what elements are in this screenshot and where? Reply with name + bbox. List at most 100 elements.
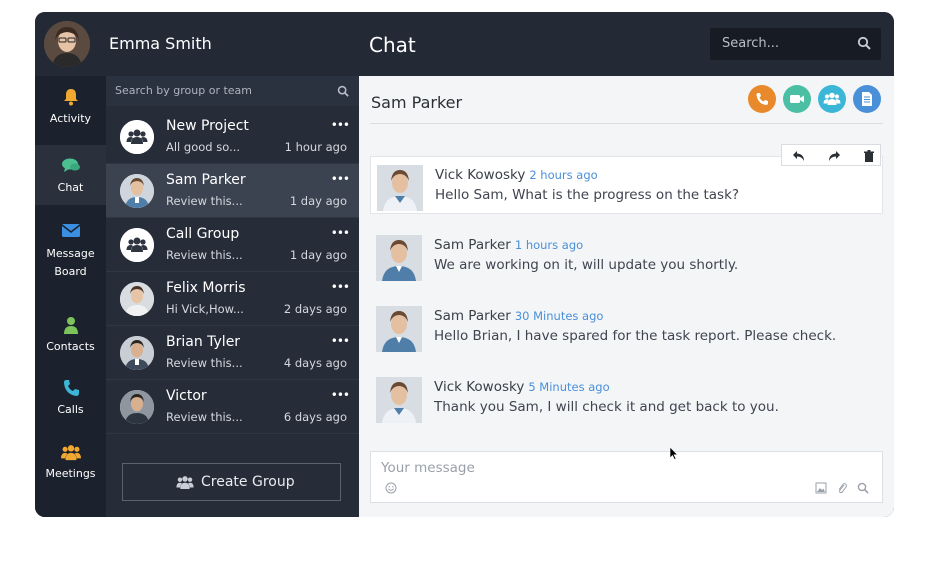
nav-rail: Activity Chat Message Board Contacts Cal… (35, 76, 106, 517)
nav-label-message-board-1: Message (46, 247, 95, 260)
conversation-time: 1 day ago (289, 194, 347, 208)
nav-label-meetings: Meetings (45, 467, 96, 480)
conversation-item-brian-tyler[interactable]: Brian Tyler Review this... 4 days ago ••… (106, 326, 359, 380)
message-sender-name: Sam Parker (434, 237, 511, 253)
conversation-name: Felix Morris (166, 280, 246, 296)
conversation-preview: Review this... (166, 248, 243, 262)
nav-item-message-board[interactable]: Message Board (35, 221, 106, 281)
conversation-preview: Hi Vick,How... (166, 302, 244, 316)
nav-item-calls[interactable]: Calls (35, 379, 106, 416)
message-sender: Vick Kowosky 5 Minutes ago (434, 379, 610, 395)
message-text: Hello Brian, I have spared for the task … (434, 328, 837, 344)
emoji-icon[interactable] (385, 482, 397, 494)
header-divider (370, 123, 883, 124)
conversation-search-placeholder: Search by group or team (115, 84, 253, 97)
group-members-button[interactable] (818, 85, 846, 113)
conversation-time: 6 days ago (283, 410, 347, 424)
group-icon (120, 228, 154, 262)
more-options-icon[interactable]: ••• (331, 226, 350, 240)
conversation-item-victor[interactable]: Victor Review this... 6 days ago ••• (106, 380, 359, 434)
chat-header: Chat Search... (359, 12, 894, 76)
more-options-icon[interactable]: ••• (331, 118, 350, 132)
group-avatar (120, 120, 154, 154)
forward-icon[interactable] (827, 149, 841, 163)
search-icon[interactable] (857, 482, 869, 494)
conversation-preview: Review this... (166, 410, 243, 424)
user-avatar[interactable] (44, 21, 90, 67)
mouse-cursor (669, 446, 679, 460)
group-icon (823, 92, 841, 105)
conversation-preview: All good so... (166, 140, 241, 154)
nav-item-activity[interactable]: Activity (35, 88, 106, 125)
avatar (120, 336, 154, 370)
global-search-input[interactable]: Search... (710, 28, 881, 60)
nav-label-contacts: Contacts (46, 340, 95, 353)
message-item[interactable]: Sam Parker 30 Minutes ago Hello Brian, I … (370, 298, 883, 356)
nav-label-chat: Chat (57, 181, 84, 194)
video-call-button[interactable] (783, 85, 811, 113)
chat-panel: Sam Parker Vick Kowosky 2 hours ago Hello… (359, 76, 894, 517)
nav-label-message-board-2: Board (54, 265, 87, 278)
more-options-icon[interactable]: ••• (331, 172, 350, 186)
conversation-item-new-project[interactable]: New Project All good so... 1 hour ago ••… (106, 110, 359, 164)
nav-item-contacts[interactable]: Contacts (35, 316, 106, 353)
global-search-placeholder: Search... (722, 36, 780, 51)
group-icon (120, 120, 154, 154)
message-text: Hello Sam, What is the progress on the t… (435, 187, 740, 203)
conversation-item-felix-morris[interactable]: Felix Morris Hi Vick,How... 2 days ago •… (106, 272, 359, 326)
message-item[interactable]: Vick Kowosky 2 hours ago Hello Sam, What … (370, 144, 883, 214)
chat-peer-name: Sam Parker (371, 93, 463, 112)
delete-icon[interactable] (862, 149, 876, 163)
message-sender-name: Vick Kowosky (435, 167, 526, 183)
conversation-preview: Review this... (166, 194, 243, 208)
conversation-search-input[interactable]: Search by group or team (106, 76, 359, 106)
envelope-icon (61, 224, 80, 237)
search-icon[interactable] (857, 36, 871, 50)
group-avatar (120, 228, 154, 262)
nav-item-meetings[interactable]: Meetings (35, 443, 106, 480)
conversation-list: Search by group or team New Project All … (106, 76, 359, 517)
avatar (376, 306, 422, 352)
message-timestamp: 2 hours ago (529, 168, 598, 182)
nav-label-calls: Calls (57, 403, 84, 416)
avatar (377, 165, 423, 211)
avatar (120, 390, 154, 424)
conversation-item-sam-parker[interactable]: Sam Parker Review this... 1 day ago ••• (106, 164, 359, 218)
conversation-time: 1 hour ago (284, 140, 347, 154)
conversation-name: Victor (166, 388, 207, 404)
conversation-time: 4 days ago (283, 356, 347, 370)
phone-icon (756, 93, 768, 105)
conversation-name: Brian Tyler (166, 334, 241, 350)
create-group-button[interactable]: Create Group (122, 463, 341, 501)
phone-icon (63, 380, 79, 396)
message-toolbar (781, 144, 881, 166)
message-item[interactable]: Vick Kowosky 5 Minutes ago Thank you Sam,… (370, 369, 883, 427)
message-input[interactable]: Your message (370, 451, 883, 503)
user-name: Emma Smith (109, 34, 212, 53)
more-options-icon[interactable]: ••• (331, 334, 350, 348)
avatar (120, 174, 154, 208)
conversation-item-call-group[interactable]: Call Group Review this... 1 day ago ••• (106, 218, 359, 272)
bell-icon (63, 89, 78, 106)
person-icon (63, 317, 78, 334)
search-icon[interactable] (337, 85, 349, 97)
reply-icon[interactable] (792, 149, 806, 163)
call-button[interactable] (748, 85, 776, 113)
image-icon[interactable] (815, 482, 827, 494)
message-sender: Sam Parker 1 hours ago (434, 237, 583, 253)
message-sender: Sam Parker 30 Minutes ago (434, 308, 603, 324)
more-options-icon[interactable]: ••• (331, 280, 350, 294)
page-title: Chat (369, 33, 416, 57)
nav-item-chat[interactable]: Chat (35, 145, 106, 205)
conversation-name: New Project (166, 118, 249, 134)
message-sender-name: Vick Kowosky (434, 379, 525, 395)
message-sender: Vick Kowosky 2 hours ago (435, 167, 598, 183)
video-icon (790, 95, 804, 103)
user-header: Emma Smith (35, 12, 359, 76)
message-item[interactable]: Sam Parker 1 hours ago We are working on … (370, 227, 883, 285)
avatar (376, 377, 422, 423)
more-options-icon[interactable]: ••• (331, 388, 350, 402)
attachment-icon[interactable] (836, 482, 848, 494)
document-button[interactable] (853, 85, 881, 113)
message-timestamp: 1 hours ago (514, 238, 584, 252)
